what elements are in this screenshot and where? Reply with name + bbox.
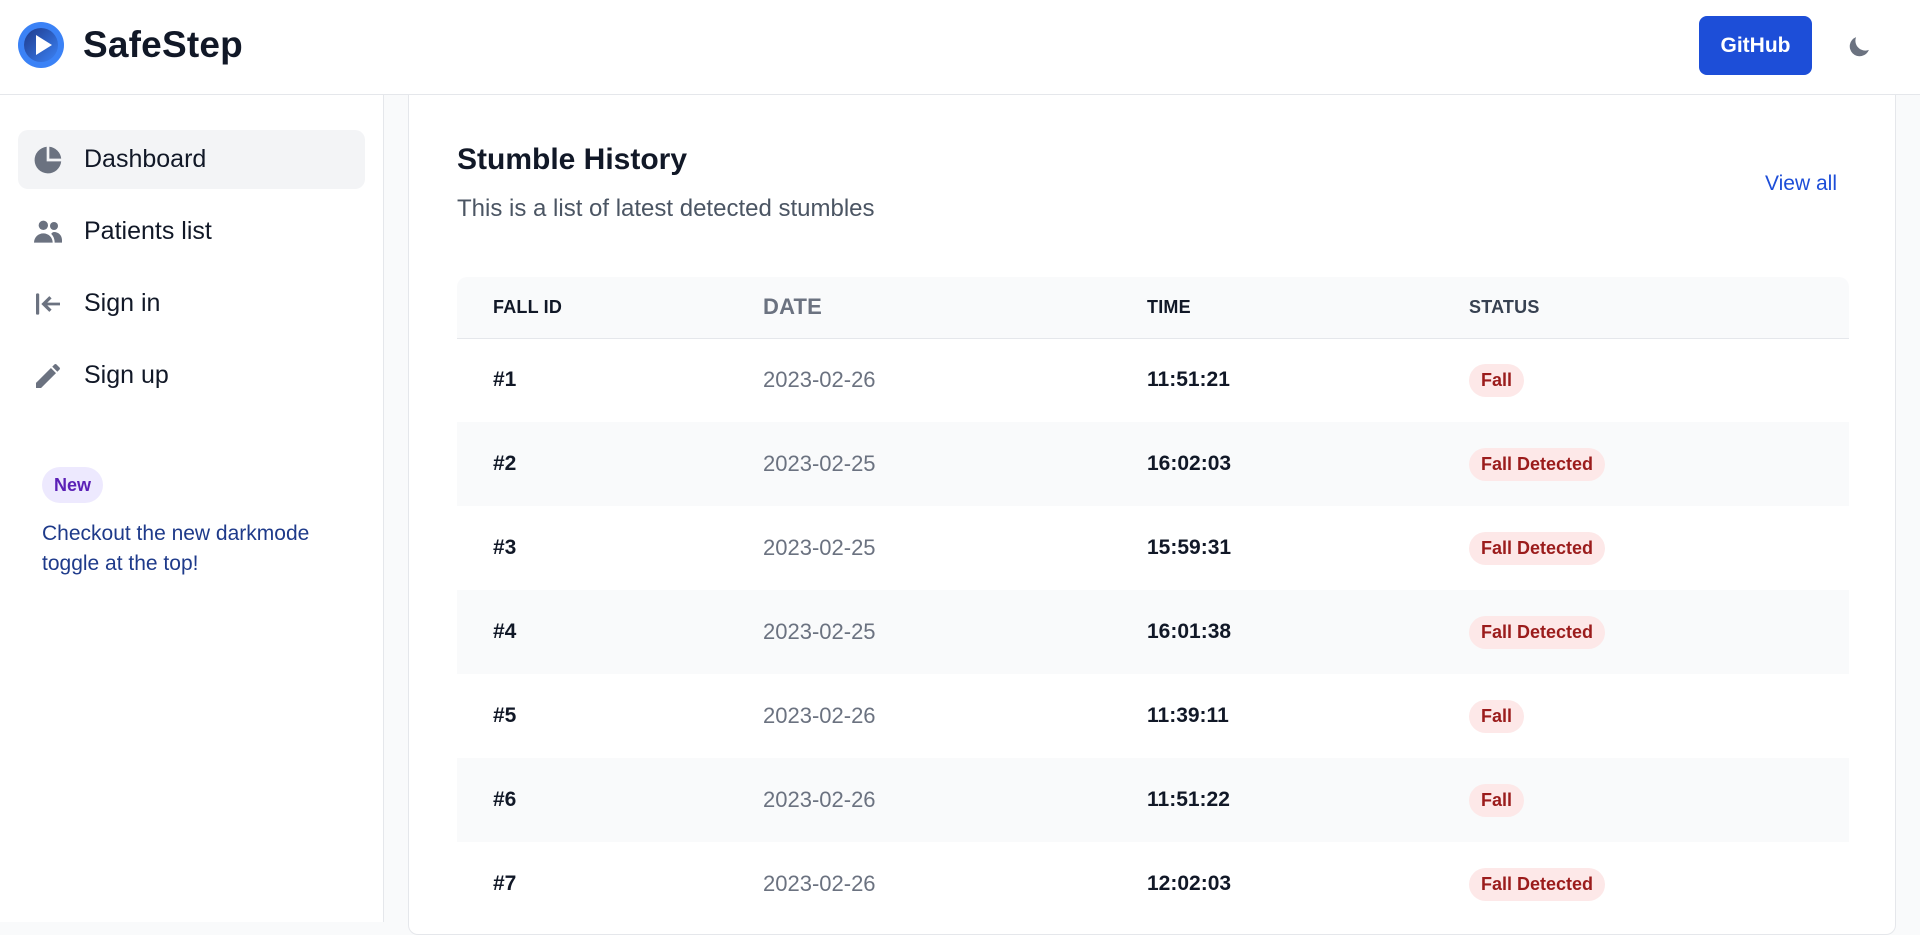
date-cell: 2023-02-25: [763, 535, 876, 560]
time-cell: 12:02:03: [1147, 872, 1232, 895]
sidebar: Dashboard Patients list Sign in Sign up …: [0, 95, 384, 922]
column-header-time[interactable]: TIME: [1147, 277, 1469, 338]
date-cell: 2023-02-26: [763, 787, 876, 812]
status-badge: Fall Detected: [1469, 447, 1606, 481]
table-row[interactable]: #6 2023-02-26 11:51:22 Fall: [457, 758, 1849, 842]
fall-id-cell: #4: [493, 620, 517, 643]
new-badge: New: [42, 467, 104, 503]
status-cell: Fall: [1469, 338, 1849, 422]
status-cell: Fall Detected: [1469, 842, 1849, 926]
status-badge: Fall: [1469, 783, 1525, 817]
sidebar-item-sign-up[interactable]: Sign up: [18, 346, 365, 405]
status-cell: Fall Detected: [1469, 506, 1849, 590]
sidebar-item-label: Sign in: [84, 289, 161, 317]
view-all-link[interactable]: View all: [1765, 172, 1837, 196]
date-cell: 2023-02-25: [763, 451, 876, 476]
time-cell: 16:01:38: [1147, 620, 1232, 643]
column-header-fall-id[interactable]: FALL ID: [457, 277, 763, 338]
fall-id-cell: #3: [493, 536, 517, 559]
date-cell: 2023-02-25: [763, 619, 876, 644]
logo-icon: [18, 22, 64, 68]
sidebar-item-label: Sign up: [84, 361, 169, 389]
time-cell: 11:51:22: [1147, 788, 1230, 811]
users-icon: [32, 216, 64, 248]
fall-id-cell: #2: [493, 452, 517, 475]
time-cell: 11:39:11: [1147, 704, 1229, 727]
fall-id-cell: #7: [493, 872, 517, 895]
top-navbar: SafeStep GitHub: [0, 0, 1920, 95]
time-cell: 16:02:03: [1147, 452, 1232, 475]
fall-id-cell: #1: [493, 368, 517, 392]
table-row[interactable]: #2 2023-02-25 16:02:03 Fall Detected: [457, 422, 1849, 506]
time-cell: 11:51:21: [1147, 368, 1230, 392]
chart-pie-icon: [32, 144, 64, 176]
table-row[interactable]: #7 2023-02-26 12:02:03 Fall Detected: [457, 842, 1849, 926]
status-badge: Fall: [1469, 363, 1525, 397]
date-cell: 2023-02-26: [763, 367, 876, 393]
column-header-status[interactable]: STATUS: [1469, 277, 1849, 338]
sidebar-item-sign-in[interactable]: Sign in: [18, 274, 365, 333]
status-badge: Fall: [1469, 699, 1525, 733]
stumble-table: FALL ID DATE TIME STATUS #1 2023-02-26 1…: [457, 277, 1849, 926]
status-badge: Fall Detected: [1469, 531, 1606, 565]
time-cell: 15:59:31: [1147, 536, 1232, 559]
sidebar-item-label: Patients list: [84, 217, 212, 245]
pencil-icon: [32, 360, 64, 392]
fall-id-cell: #5: [493, 704, 517, 727]
table-header-row: FALL ID DATE TIME STATUS: [457, 277, 1849, 338]
dark-mode-toggle[interactable]: [1840, 28, 1878, 66]
status-cell: Fall Detected: [1469, 590, 1849, 674]
table-row[interactable]: #1 2023-02-26 11:51:21 Fall: [457, 338, 1849, 422]
table-row[interactable]: #4 2023-02-25 16:01:38 Fall Detected: [457, 590, 1849, 674]
page-title: Stumble History: [457, 143, 688, 176]
moon-icon: [1849, 37, 1869, 57]
status-cell: Fall: [1469, 674, 1849, 758]
sidebar-item-dashboard[interactable]: Dashboard: [18, 130, 365, 189]
app-name: SafeStep: [83, 24, 243, 65]
table-row[interactable]: #5 2023-02-26 11:39:11 Fall: [457, 674, 1849, 758]
promo-text: Checkout the new darkmode toggle at the …: [42, 522, 310, 575]
fall-id-cell: #6: [493, 788, 517, 811]
status-badge: Fall Detected: [1469, 867, 1606, 901]
brand[interactable]: SafeStep: [17, 21, 243, 69]
column-header-date[interactable]: DATE: [763, 277, 1147, 338]
page-subtitle: This is a list of latest detected stumbl…: [457, 195, 875, 222]
date-cell: 2023-02-26: [763, 703, 876, 728]
sidebar-item-patients-list[interactable]: Patients list: [18, 202, 365, 261]
date-cell: 2023-02-26: [763, 871, 876, 896]
status-badge: Fall Detected: [1469, 615, 1606, 649]
github-button[interactable]: GitHub: [1699, 16, 1812, 75]
stumble-history-card: Stumble History This is a list of latest…: [408, 95, 1896, 935]
status-cell: Fall Detected: [1469, 422, 1849, 506]
status-cell: Fall: [1469, 758, 1849, 842]
table-row[interactable]: #3 2023-02-25 15:59:31 Fall Detected: [457, 506, 1849, 590]
arrow-left-to-bar-icon: [32, 288, 64, 320]
sidebar-item-label: Dashboard: [84, 145, 207, 173]
